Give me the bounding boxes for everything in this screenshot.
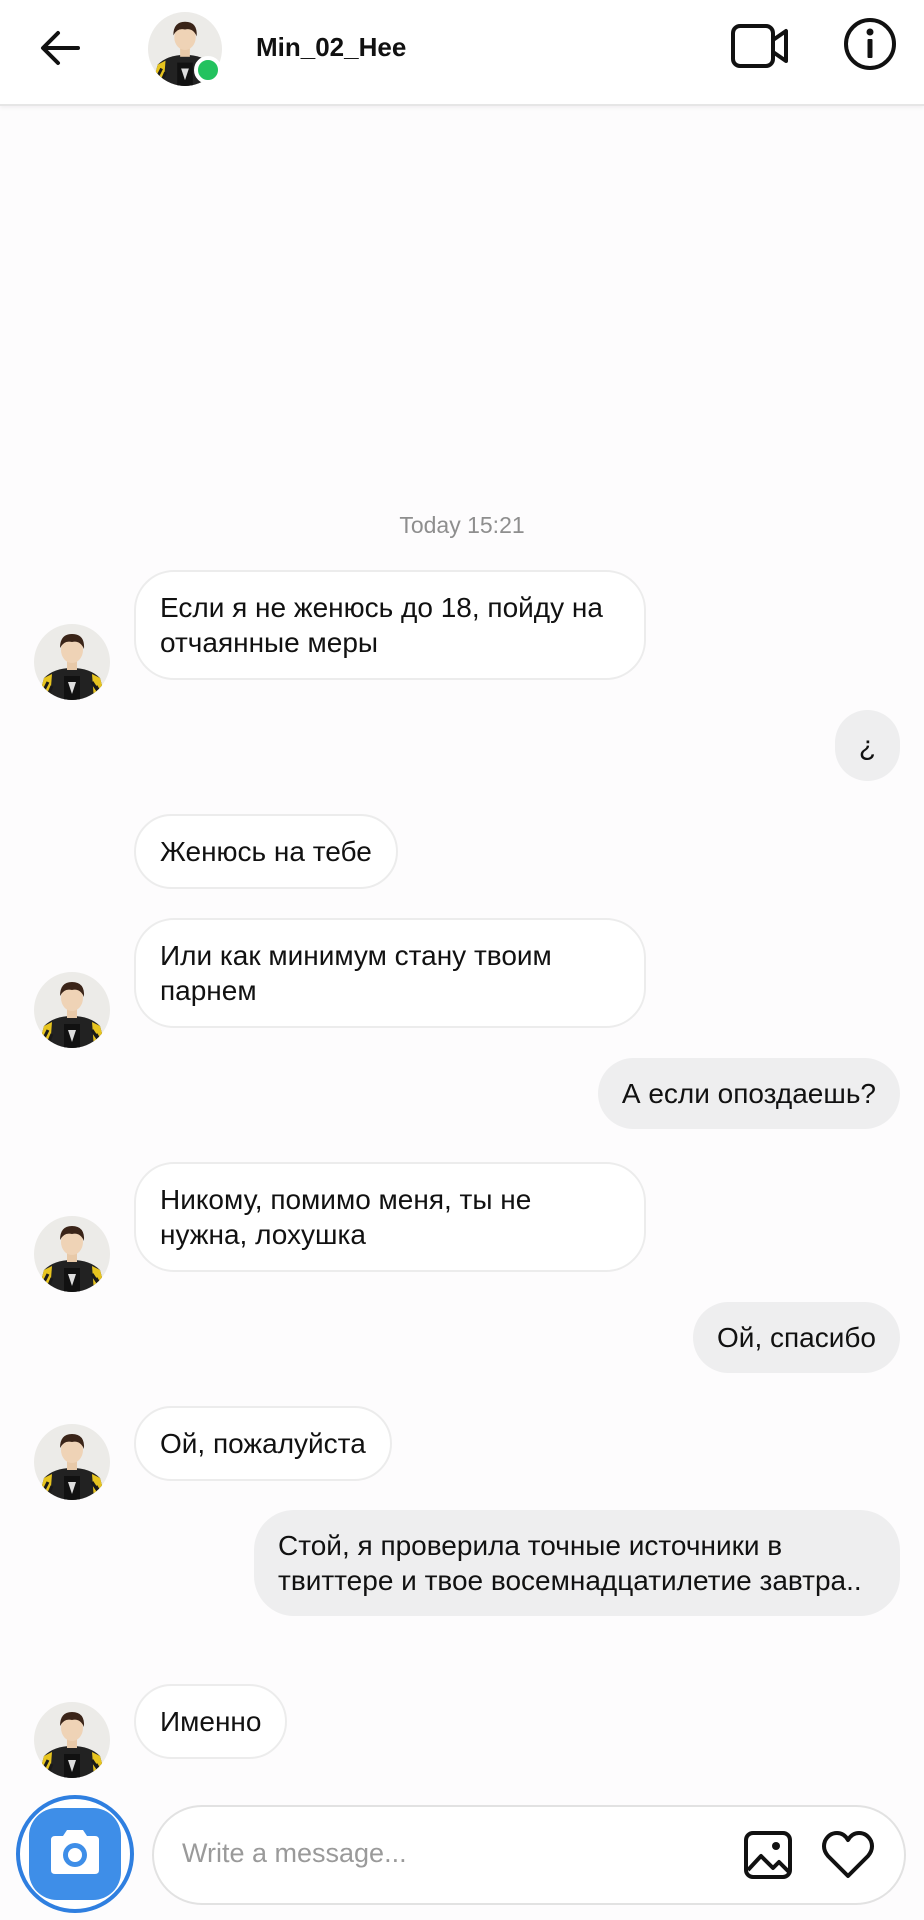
gallery-button[interactable]: [740, 1827, 796, 1883]
heart-icon: [822, 1831, 874, 1878]
message-input[interactable]: Write a message...: [152, 1805, 906, 1905]
message-input-placeholder: Write a message...: [182, 1838, 407, 1868]
info-icon: [844, 18, 896, 70]
back-arrow-icon: [41, 31, 80, 65]
message-bubble-incoming[interactable]: Женюсь на тебе: [134, 814, 398, 889]
message-bubble-incoming[interactable]: Никому, помимо меня, ты не нужна, лохушк…: [134, 1162, 646, 1272]
video-call-button[interactable]: [730, 18, 790, 74]
like-button[interactable]: [818, 1825, 878, 1885]
avatar[interactable]: [34, 624, 110, 700]
camera-button[interactable]: [16, 1795, 134, 1913]
message-bubble-incoming[interactable]: Ой, пожалуйста: [134, 1406, 392, 1481]
camera-icon: [29, 1808, 121, 1900]
video-call-icon: [731, 24, 788, 68]
message-bubble-incoming[interactable]: Если я не женюсь до 18, пойду на отчаянн…: [134, 570, 646, 680]
avatar[interactable]: [34, 1702, 110, 1778]
avatar[interactable]: [34, 1424, 110, 1500]
online-status-indicator: [194, 56, 222, 84]
info-button[interactable]: [842, 16, 898, 72]
chat-header: Min_02_Hee: [0, 0, 924, 106]
avatar[interactable]: [34, 972, 110, 1048]
message-bubble-incoming[interactable]: Или как минимум стану твоим парнем: [134, 918, 646, 1028]
message-bubble-outgoing[interactable]: А если опоздаешь?: [597, 1058, 900, 1129]
message-bubble-incoming[interactable]: Именно: [134, 1684, 288, 1759]
gallery-icon: [744, 1831, 792, 1879]
chat-username[interactable]: Min_02_Hee: [256, 32, 406, 63]
message-bubble-outgoing[interactable]: Ой, спасибо: [693, 1302, 900, 1373]
message-bubble-outgoing[interactable]: Стой, я проверила точные источники в тви…: [254, 1510, 900, 1616]
message-bubble-outgoing[interactable]: ¿: [834, 710, 900, 781]
back-button[interactable]: [34, 22, 86, 74]
message-timestamp: Today 15:21: [399, 512, 525, 538]
avatar[interactable]: [34, 1216, 110, 1292]
